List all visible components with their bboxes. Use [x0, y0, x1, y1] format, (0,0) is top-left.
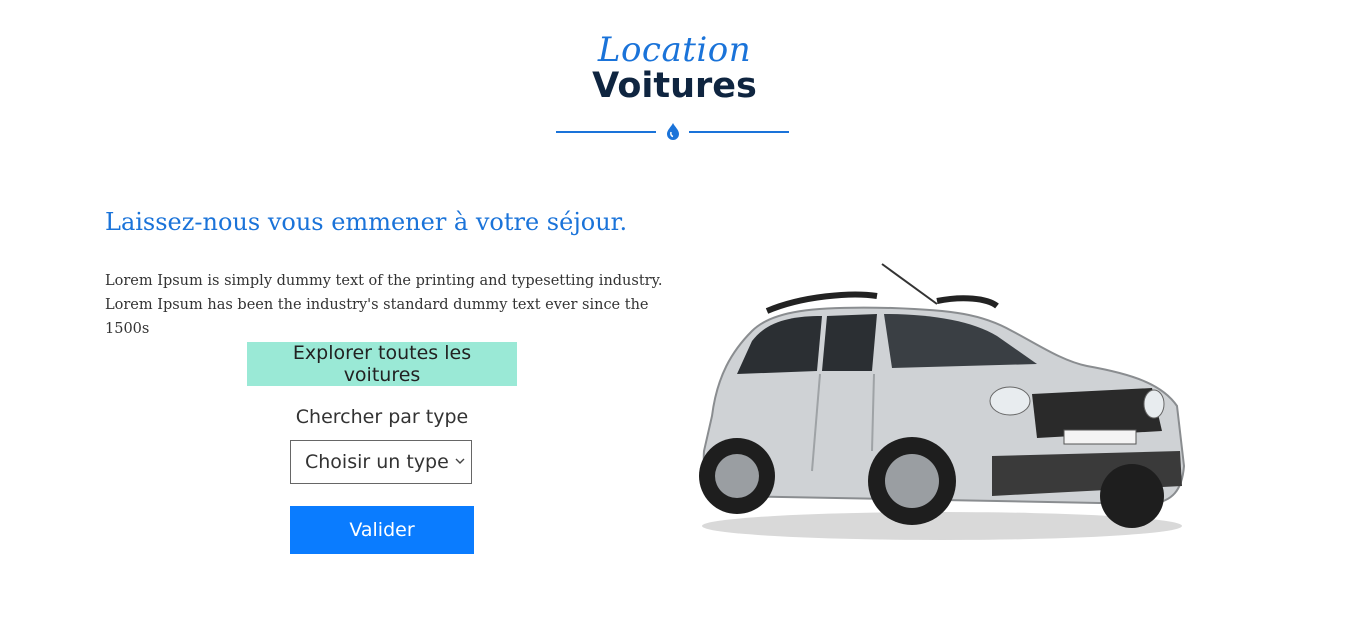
- header-script-title: Location: [597, 30, 752, 70]
- divider-line-left: [556, 131, 656, 133]
- intro-headline: Laissez-nous vous emmener à votre séjour…: [105, 208, 628, 236]
- divider-line-right: [689, 131, 789, 133]
- car-image: [699, 263, 1186, 540]
- car-type-select[interactable]: Choisir un type: [290, 440, 472, 484]
- water-drop-icon: [667, 123, 679, 140]
- page-title: Voitures: [592, 66, 757, 106]
- title-divider: [556, 120, 789, 142]
- explore-cars-button[interactable]: Explorer toutes les voitures: [247, 342, 517, 386]
- search-type-label: Chercher par type: [295, 406, 469, 428]
- page-header: Location Voitures: [0, 30, 1349, 106]
- chevron-down-icon: [455, 458, 465, 464]
- car-type-select-value: Choisir un type: [305, 451, 449, 473]
- submit-button[interactable]: Valider: [290, 506, 474, 554]
- intro-body: Lorem Ipsum is simply dummy text of the …: [105, 273, 663, 337]
